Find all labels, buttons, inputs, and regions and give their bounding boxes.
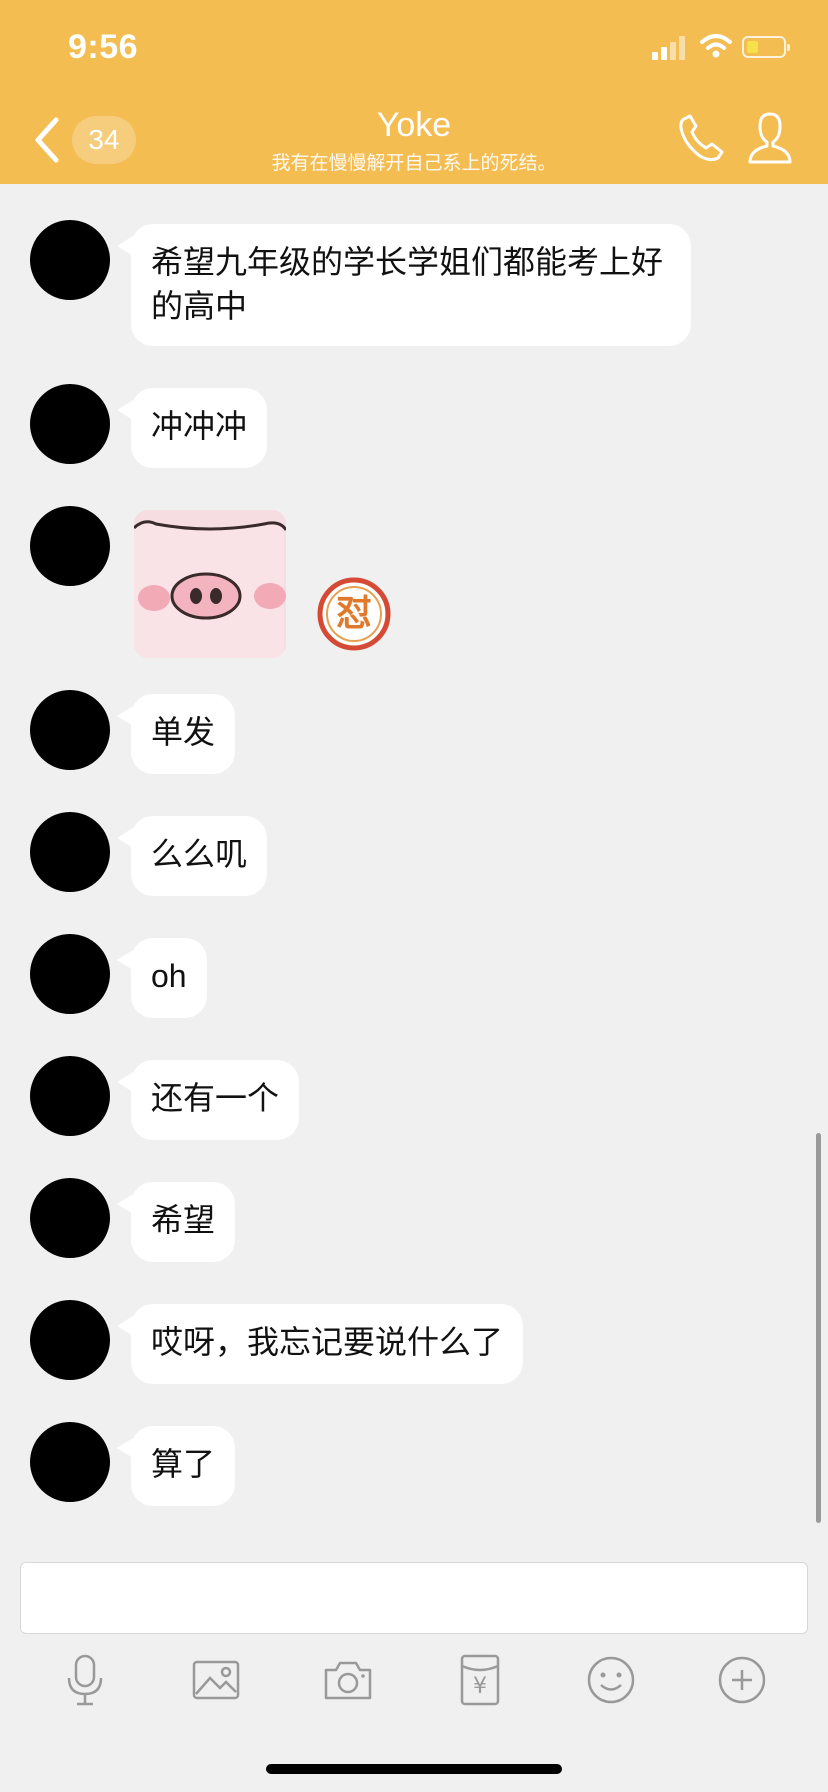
message-bubble[interactable]: 哎呀，我忘记要说什么了 [117,1304,524,1384]
message-bubble[interactable]: 算了 [117,1426,236,1506]
plus-icon[interactable] [714,1652,770,1708]
avatar[interactable] [30,384,110,464]
reaction-text: 怼 [335,593,372,634]
input-toolbar: ¥ [0,1640,828,1720]
reaction-icon[interactable]: 怼 [316,576,392,652]
battery-icon [742,36,790,58]
message-text: 哎呀，我忘记要说什么了 [151,1323,504,1361]
emoji-icon[interactable] [583,1652,639,1708]
message-text: 希望 [151,1201,216,1239]
phone-icon[interactable] [676,112,728,164]
image-icon[interactable] [188,1652,244,1708]
signal-icon [652,36,688,60]
message-bubble[interactable]: 希望 [117,1182,236,1262]
camera-icon[interactable] [320,1652,376,1708]
avatar[interactable] [30,812,110,892]
message-text: 冲冲冲 [151,407,248,445]
message-text: 么么叽 [151,835,248,873]
home-indicator[interactable] [266,1764,562,1774]
message-input[interactable] [20,1562,808,1634]
message-text: 希望九年级的学长学姐们都能考上好的高中 [151,243,664,325]
avatar[interactable] [30,934,110,1014]
currency-symbol: ¥ [473,1674,487,1699]
profile-icon[interactable] [746,110,794,166]
avatar[interactable] [30,1422,110,1502]
status-time: 9:56 [68,28,139,66]
message-text: 单发 [151,713,216,751]
message-bubble[interactable]: 还有一个 [117,1060,300,1140]
message-bubble[interactable]: 单发 [117,694,236,774]
red-packet-icon[interactable]: ¥ [452,1652,508,1708]
avatar[interactable] [30,506,110,586]
chat-header: 9:56 34 Yoke 我有在慢慢解开自己系上的死结。 [0,0,828,184]
message-bubble[interactable]: 冲冲冲 [117,388,268,468]
wifi-icon [700,34,732,58]
pig-face-sticker[interactable] [134,510,286,658]
avatar[interactable] [30,1056,110,1136]
message-bubble[interactable]: 希望九年级的学长学姐们都能考上好的高中 [117,224,691,346]
microphone-icon[interactable] [57,1652,113,1708]
message-bubble[interactable]: oh [117,938,207,1018]
avatar[interactable] [30,1300,110,1380]
avatar[interactable] [30,220,110,300]
scrollbar[interactable] [816,1133,821,1523]
message-text: 还有一个 [151,1079,280,1117]
avatar[interactable] [30,1178,110,1258]
message-text: oh [151,958,187,994]
message-text: 算了 [151,1445,216,1483]
avatar[interactable] [30,690,110,770]
message-bubble[interactable]: 么么叽 [117,816,268,896]
